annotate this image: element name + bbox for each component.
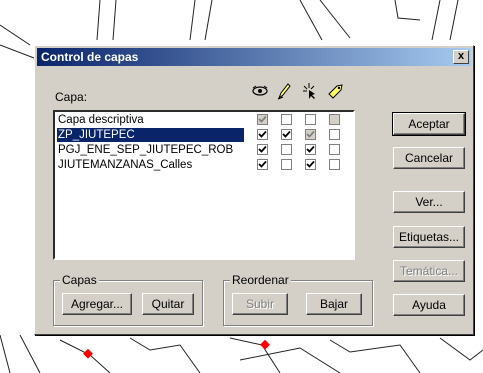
reorder-group-title: Reordenar <box>230 273 291 287</box>
layer-name: PGJ_ENE_SEP_JIUTEPEC_ROB <box>58 144 234 156</box>
layer-checkbox[interactable] <box>281 114 292 125</box>
dialog-title: Control de capas <box>41 50 139 64</box>
check-icon <box>282 130 291 138</box>
view-button[interactable]: Ver... <box>393 191 465 213</box>
layer-checkbox[interactable] <box>257 129 268 140</box>
layer-name: ZP_JIUTEPEC <box>57 128 244 142</box>
layer-checkbox[interactable] <box>329 129 340 140</box>
column-icons <box>251 82 343 102</box>
help-button[interactable]: Ayuda <box>393 294 465 316</box>
tag-icon <box>326 82 343 100</box>
layer-checkbox[interactable] <box>257 159 268 170</box>
layer-checkbox[interactable] <box>305 144 316 155</box>
map-point <box>83 348 93 359</box>
layers-label: Capa: <box>55 90 88 104</box>
layer-control-dialog: Control de capas x Capa: Capa descriptiv… <box>34 45 474 335</box>
layer-checkbox[interactable] <box>257 144 268 155</box>
layer-list[interactable]: Capa descriptiva ZP_JIUTEPEC PGJ_ENE_SEP_J… <box>53 110 355 260</box>
layers-group-title: Capas <box>60 273 99 287</box>
title-bar[interactable]: Control de capas x <box>37 48 471 66</box>
check-icon <box>258 130 267 138</box>
check-icon <box>306 160 315 168</box>
layer-name: Capa descriptiva <box>58 114 144 126</box>
move-down-button[interactable]: Bajar <box>306 293 362 315</box>
labels-button[interactable]: Etiquetas... <box>393 226 465 248</box>
layer-checkbox[interactable] <box>281 159 292 170</box>
move-up-button: Subir <box>232 293 288 315</box>
close-button[interactable]: x <box>453 50 469 64</box>
check-icon <box>258 115 267 123</box>
layer-checkbox[interactable] <box>281 129 292 140</box>
cursor-star-icon <box>301 82 317 100</box>
layer-checkbox[interactable] <box>305 159 316 170</box>
layer-checkbox[interactable] <box>329 159 340 170</box>
layer-checkbox[interactable] <box>281 144 292 155</box>
map-point <box>260 339 270 350</box>
layers-group: Capas Agregar... Quitar <box>53 273 203 326</box>
layer-row[interactable]: ZP_JIUTEPEC <box>57 128 349 142</box>
layer-checkbox[interactable] <box>305 114 316 125</box>
layer-name: JIUTEMANZANAS_Calles <box>58 159 193 171</box>
check-icon <box>306 145 315 153</box>
layer-checkbox <box>305 129 316 140</box>
check-icon <box>306 130 315 138</box>
check-icon <box>258 160 267 168</box>
layer-row[interactable]: JIUTEMANZANAS_Calles <box>57 158 349 172</box>
layer-checkbox <box>329 114 340 125</box>
layer-row[interactable]: Capa descriptiva <box>57 113 349 127</box>
accept-button[interactable]: Aceptar <box>392 112 466 136</box>
thematic-button: Temática... <box>393 260 465 282</box>
check-icon <box>258 145 267 153</box>
cancel-button[interactable]: Cancelar <box>393 147 465 169</box>
layer-checkbox <box>257 114 268 125</box>
add-layer-button[interactable]: Agregar... <box>62 293 132 315</box>
layer-checkbox[interactable] <box>329 144 340 155</box>
remove-layer-button[interactable]: Quitar <box>142 293 194 315</box>
pencil-icon <box>276 82 292 100</box>
layer-row[interactable]: PGJ_ENE_SEP_JIUTEPEC_ROB <box>57 143 349 157</box>
reorder-group: Reordenar Subir Bajar <box>223 273 373 326</box>
eye-icon <box>251 82 268 100</box>
